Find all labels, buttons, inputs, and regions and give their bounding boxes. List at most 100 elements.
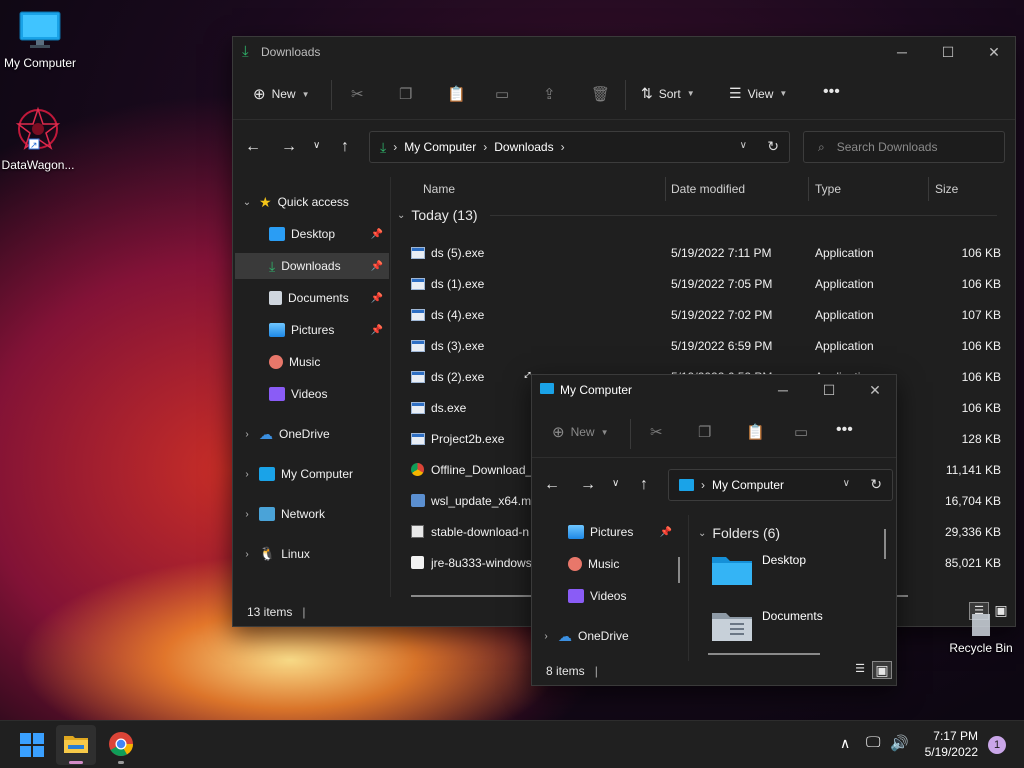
close-button[interactable]: ✕ [852,375,898,405]
new-button[interactable]: ⊕ New ▼ [253,85,310,103]
volume-icon[interactable]: 🔊 [890,734,909,752]
view-button[interactable]: ☰ View ▼ [729,85,787,102]
taskbar-chrome[interactable] [108,731,134,764]
folder-tile-documents[interactable]: Documents [710,607,823,643]
address-bar[interactable]: › My Computer ∨ ↻ [668,469,893,501]
forward-arrow-icon[interactable]: → [281,138,297,156]
delete-icon[interactable]: 🗑 [591,85,610,103]
breadcrumb-my-computer[interactable]: My Computer [712,478,784,492]
desktop-icon-my-computer[interactable]: My Computer [0,10,80,70]
back-arrow-icon[interactable]: ← [245,138,261,156]
nav-onedrive[interactable]: › ☁ OneDrive [534,623,678,649]
start-button[interactable] [20,733,44,757]
breadcrumb-downloads[interactable]: Downloads [494,140,553,154]
copy-icon[interactable]: ❐ [399,85,412,103]
cut-icon[interactable]: ✂ [351,85,364,103]
nav-label: Network [281,507,326,521]
clock[interactable]: 7:17 PM 5/19/2022 [918,729,978,759]
show-hidden-icons-chevron[interactable]: ∧ [840,735,850,752]
refresh-icon[interactable]: ↻ [767,138,779,155]
nav-music[interactable]: Music [534,551,678,577]
nav-onedrive[interactable]: › ☁ OneDrive [235,421,389,447]
download-icon: ⤓ [269,257,276,274]
nav-my-computer[interactable]: › My Computer [235,461,389,487]
application-icon [411,309,425,321]
table-row[interactable]: ds (3).exe 5/19/2022 6:59 PM Application 10… [393,330,1013,361]
nav-videos[interactable]: Videos [235,381,389,407]
details-view-icon[interactable]: ☰ [850,661,870,679]
cut-icon[interactable]: ✂ [650,423,663,441]
table-row[interactable]: ds (1).exe 5/19/2022 7:05 PM Application 10… [393,268,1013,299]
taskbar-file-explorer[interactable] [56,725,96,765]
nav-scrollbar[interactable] [678,557,680,583]
up-arrow-icon[interactable]: ↑ [640,476,648,494]
pin-icon[interactable]: 📌 [371,325,383,336]
share-icon[interactable]: ⇪ [543,85,556,103]
title-bar[interactable]: My Computer ─ ☐ ✕ [532,375,896,405]
nav-videos[interactable]: Videos [534,583,678,609]
new-button[interactable]: ⊕ New ▼ [552,423,609,441]
title-bar[interactable]: ⤓ Downloads ─ ☐ ✕ [233,37,1015,67]
maximize-button[interactable]: ☐ [806,375,852,405]
pin-icon[interactable]: 📌 [371,261,383,272]
nav-network[interactable]: › Network [235,501,389,527]
desktop-icon-recycle-bin[interactable]: Recycle Bin [940,612,1022,655]
more-options-icon[interactable]: ••• [836,421,853,439]
nav-quick-access[interactable]: ⌄ ★ Quick access [235,189,389,215]
nav-pictures[interactable]: Pictures 📌 [534,519,678,545]
copy-icon[interactable]: ❐ [698,423,711,441]
up-arrow-icon[interactable]: ↑ [341,138,349,156]
notification-badge[interactable]: 1 [988,736,1006,754]
rename-icon[interactable]: ▭ [794,423,808,441]
nav-linux[interactable]: › 🐧 Linux [235,541,389,567]
back-arrow-icon[interactable]: ← [544,476,560,494]
breadcrumb-my-computer[interactable]: My Computer [404,140,476,154]
star-icon: ★ [259,193,272,210]
videos-icon [269,387,285,401]
network-status-icon[interactable]: 🖵 [866,734,880,751]
history-dropdown-icon[interactable]: ∨ [843,478,850,489]
paste-icon[interactable]: 📋 [746,423,765,441]
close-button[interactable]: ✕ [971,37,1017,67]
nav-music[interactable]: Music [235,349,389,375]
pin-icon[interactable]: 📌 [371,293,383,304]
desktop-icon-datawagon[interactable]: ↗ DataWagon... [0,106,78,172]
group-header-today[interactable]: ⌄ Today (13) [397,207,997,223]
pin-icon[interactable]: 📌 [371,229,383,240]
application-icon [411,278,425,290]
nav-downloads[interactable]: ⤓ Downloads 📌 [235,253,389,279]
pin-icon[interactable]: 📌 [660,527,672,538]
minimize-button[interactable]: ─ [760,375,806,405]
tiles-view-icon[interactable]: ▣ [872,661,892,679]
rename-icon[interactable]: ▭ [495,85,509,103]
column-type[interactable]: Type [815,182,841,196]
more-options-icon[interactable]: ••• [823,83,840,101]
column-size[interactable]: Size [935,182,958,196]
forward-arrow-icon[interactable]: → [580,476,596,494]
paste-icon[interactable]: 📋 [447,85,466,103]
nav-documents[interactable]: Documents 📌 [235,285,389,311]
column-date-modified[interactable]: Date modified [671,182,745,196]
vertical-scrollbar[interactable] [884,529,886,559]
recent-chevron-icon[interactable]: ∨ [612,478,619,489]
address-bar[interactable]: ⤓ › My Computer › Downloads › ∨ ↻ [369,131,790,163]
history-dropdown-icon[interactable]: ∨ [740,140,747,151]
search-box[interactable]: ⌕ Search Downloads [803,131,1005,163]
application-icon [411,402,425,414]
table-row[interactable]: ds (4).exe 5/19/2022 7:02 PM Application 10… [393,299,1013,330]
pane-divider [390,177,391,597]
table-row[interactable]: ds (5).exe 5/19/2022 7:11 PM Application 10… [393,237,1013,268]
folder-tile-desktop[interactable]: Desktop [710,551,806,587]
folder-label: Desktop [762,553,807,567]
nav-desktop[interactable]: Desktop 📌 [235,221,389,247]
group-header-folders[interactable]: ⌄ Folders (6) [698,525,780,541]
nav-pictures[interactable]: Pictures 📌 [235,317,389,343]
sort-button[interactable]: ⇅ Sort ▼ [641,85,695,102]
maximize-button[interactable]: ☐ [925,37,971,67]
refresh-icon[interactable]: ↻ [870,476,882,493]
recent-chevron-icon[interactable]: ∨ [313,140,320,151]
horizontal-scrollbar[interactable] [708,653,820,655]
minimize-button[interactable]: ─ [879,37,925,67]
column-name[interactable]: Name [423,182,455,196]
file-size: 85,021 KB [944,555,1001,570]
